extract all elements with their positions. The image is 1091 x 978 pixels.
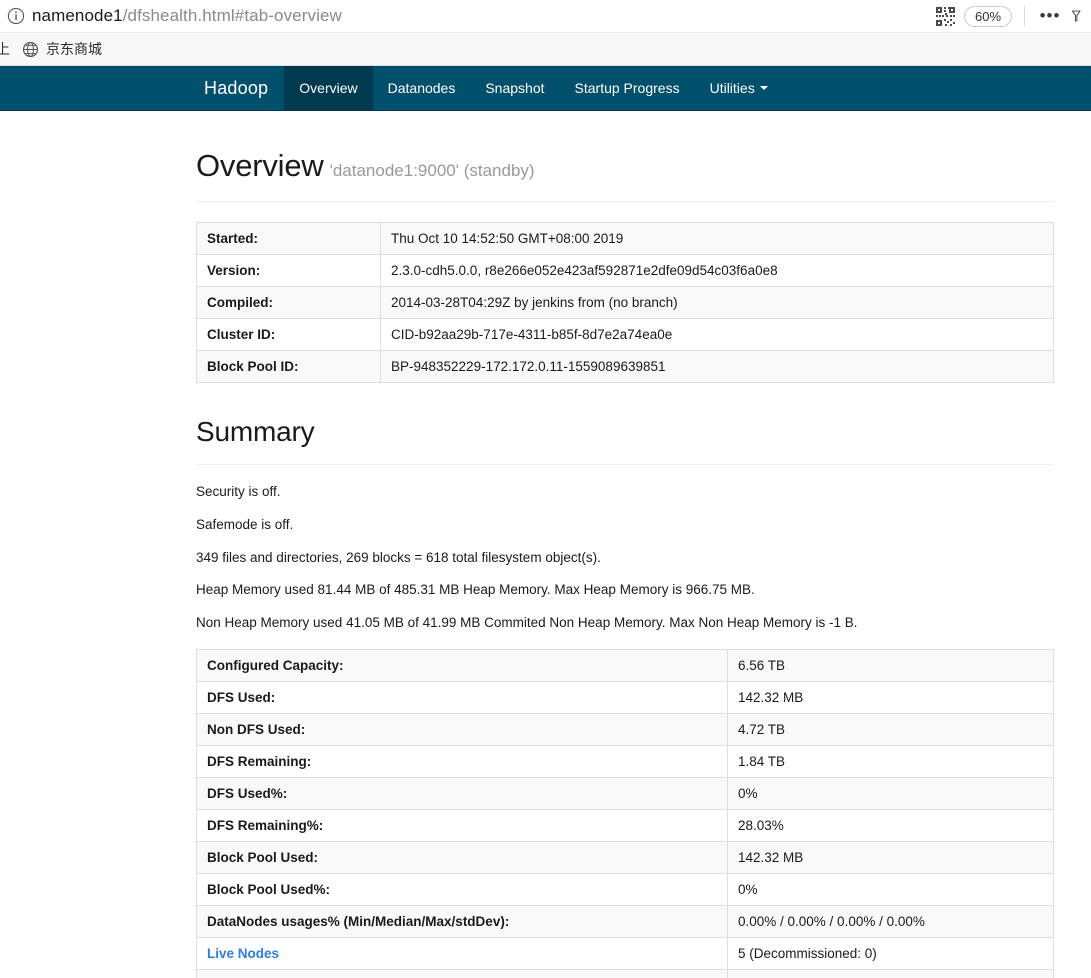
table-row: Version: 2.3.0-cdh5.0.0, r8e266e052e423a… — [196, 254, 1054, 288]
nav-item-startup-progress[interactable]: Startup Progress — [560, 66, 695, 110]
row-key: Cluster ID: — [196, 318, 381, 352]
row-key: DFS Remaining%: — [196, 809, 728, 843]
page-title-subtitle: 'datanode1:9000' (standby) — [329, 161, 535, 180]
summary-line: Security is off. — [196, 483, 281, 499]
row-key: Block Pool ID: — [196, 350, 381, 384]
address-bar[interactable]: namenode1/dfshealth.html#tab-overview 60… — [0, 0, 1091, 32]
qr-code-icon[interactable] — [932, 3, 958, 29]
nav-item-overview-label: Overview — [299, 80, 358, 96]
nav-item-utilities[interactable]: Utilities — [695, 66, 783, 110]
row-value: Thu Oct 10 14:52:50 GMT+08:00 2019 — [380, 222, 1054, 256]
row-value: 28.03% — [727, 809, 1054, 843]
row-value: 142.32 MB — [727, 681, 1054, 715]
row-key: Block Pool Used%: — [196, 873, 728, 907]
table-row: Non DFS Used: 4.72 TB — [196, 713, 1054, 747]
browser-chrome: namenode1/dfshealth.html#tab-overview 60… — [0, 0, 1091, 66]
row-value: 0% — [727, 777, 1054, 811]
row-key-link-live-nodes[interactable]: Live Nodes — [196, 937, 728, 971]
zoom-level-badge[interactable]: 60% — [964, 5, 1012, 27]
table-row: Block Pool ID: BP-948352229-172.172.0.11… — [196, 350, 1054, 384]
row-key: Started: — [196, 222, 381, 256]
table-row: Block Pool Used: 142.32 MB — [196, 841, 1054, 875]
page-title-main: Overview — [196, 148, 324, 183]
table-row: DFS Used%: 0% — [196, 777, 1054, 811]
table-row: Live Nodes 5 (Decommissioned: 0) — [196, 937, 1054, 971]
table-row: DFS Remaining: 1.84 TB — [196, 745, 1054, 779]
row-key: Compiled: — [196, 286, 381, 320]
nav-item-utilities-label: Utilities — [709, 80, 755, 96]
table-row: DFS Remaining%: 28.03% — [196, 809, 1054, 843]
collections-icon[interactable] — [1071, 3, 1085, 29]
summary-line: Safemode is off. — [196, 516, 294, 532]
table-row: Block Pool Used%: 0% — [196, 873, 1054, 907]
bookmark-item-label: 京东商城 — [46, 41, 102, 57]
nav-item-datanodes[interactable]: Datanodes — [373, 66, 471, 110]
chevron-down-icon — [759, 86, 768, 90]
url-host: namenode1 — [32, 6, 123, 25]
row-value: 142.32 MB — [727, 841, 1054, 875]
toolbar-divider — [1024, 6, 1025, 26]
nav-item-datanodes-label: Datanodes — [387, 80, 456, 96]
row-value: 5 (Decommissioned: 0) — [727, 937, 1054, 971]
summary-divider — [196, 463, 1054, 465]
bookmark-item-truncated[interactable]: 上 — [0, 39, 12, 59]
page-content: Overview 'datanode1:9000' (standby) Start… — [0, 148, 1091, 978]
row-key: Configured Capacity: — [196, 649, 728, 683]
row-value: 6.56 TB — [727, 649, 1054, 683]
row-value: 0% — [727, 873, 1054, 907]
table-row: Started: Thu Oct 10 14:52:50 GMT+08:00 2… — [196, 222, 1054, 256]
nav-item-snapshot[interactable]: Snapshot — [470, 66, 559, 110]
table-row: Compiled: 2014-03-28T04:29Z by jenkins f… — [196, 286, 1054, 320]
row-value: 0.00% / 0.00% / 0.00% / 0.00% — [727, 905, 1054, 939]
nav-item-overview[interactable]: Overview — [284, 66, 373, 110]
bookmark-item-jd[interactable]: 京东商城 — [22, 39, 102, 59]
nav-item-snapshot-label: Snapshot — [485, 80, 545, 96]
summary-line: Heap Memory used 81.44 MB of 485.31 MB H… — [196, 582, 755, 598]
more-menu-icon[interactable]: ••• — [1037, 3, 1063, 29]
row-key: DFS Remaining: — [196, 745, 728, 779]
row-key: Block Pool Used: — [196, 841, 728, 875]
table-row: DFS Used: 142.32 MB — [196, 681, 1054, 715]
url-path: /dfshealth.html#tab-overview — [122, 6, 342, 25]
row-key: Non DFS Used: — [196, 713, 728, 747]
live-nodes-link[interactable]: Live Nodes — [207, 946, 279, 961]
address-bar-actions: 60% ••• — [932, 0, 1085, 32]
table-row: Cluster ID: CID-b92aa29b-717e-4311-b85f-… — [196, 318, 1054, 352]
nav-brand-hadoop[interactable]: Hadoop — [188, 66, 284, 110]
info-circle-icon[interactable] — [6, 6, 26, 26]
row-key-link-dead-nodes[interactable]: Dead Nodes — [196, 969, 728, 978]
overview-info-table: Started: Thu Oct 10 14:52:50 GMT+08:00 2… — [196, 222, 1054, 384]
row-key: DataNodes usages% (Min/Median/Max/stdDev… — [196, 905, 728, 939]
nav-item-startup-progress-label: Startup Progress — [574, 80, 680, 96]
row-key: DFS Used%: — [196, 777, 728, 811]
summary-text-lines: Security is off. Safemode is off. 349 fi… — [196, 483, 1054, 631]
row-value: 2.3.0-cdh5.0.0, r8e266e052e423af592871e2… — [380, 254, 1054, 288]
row-value: 1.84 TB — [727, 745, 1054, 779]
hadoop-navbar: Hadoop Overview Datanodes Snapshot Start… — [0, 66, 1091, 111]
row-key: Version: — [196, 254, 381, 288]
table-row: Configured Capacity: 6.56 TB — [196, 649, 1054, 683]
summary-table: Configured Capacity: 6.56 TB DFS Used: 1… — [196, 649, 1054, 978]
row-value: 0 (Decommissioned: 0) — [727, 969, 1054, 978]
row-value: BP-948352229-172.172.0.11-1559089639851 — [380, 350, 1054, 384]
row-value: CID-b92aa29b-717e-4311-b85f-8d7e2a74ea0e — [380, 318, 1054, 352]
summary-title: Summary — [196, 416, 315, 448]
title-divider — [196, 201, 1054, 203]
page-title: Overview 'datanode1:9000' (standby) — [196, 148, 1054, 201]
url-text[interactable]: namenode1/dfshealth.html#tab-overview — [32, 6, 342, 26]
table-row: DataNodes usages% (Min/Median/Max/stdDev… — [196, 905, 1054, 939]
table-row: Dead Nodes 0 (Decommissioned: 0) — [196, 969, 1054, 978]
summary-line: Non Heap Memory used 41.05 MB of 41.99 M… — [196, 615, 858, 631]
globe-icon — [22, 41, 39, 58]
row-value: 2014-03-28T04:29Z by jenkins from (no br… — [380, 286, 1054, 320]
bookmarks-bar: 上 京东商城 — [0, 32, 1091, 66]
row-key: DFS Used: — [196, 681, 728, 715]
summary-line: 349 files and directories, 269 blocks = … — [196, 549, 601, 565]
row-value: 4.72 TB — [727, 713, 1054, 747]
